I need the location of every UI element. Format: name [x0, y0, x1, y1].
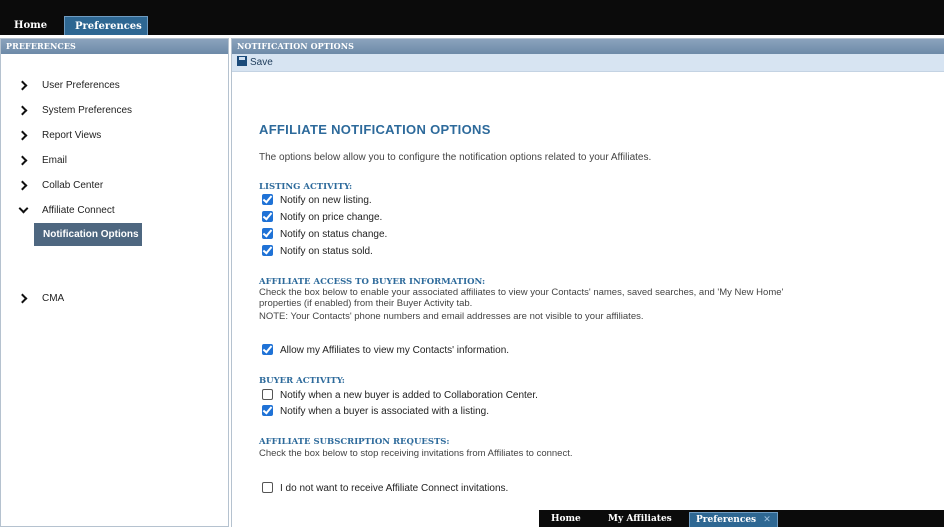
sidebar-item-affiliate-connect[interactable]: Affiliate Connect	[1, 198, 228, 223]
checkbox-label: Notify when a new buyer is added to Coll…	[280, 390, 538, 401]
sidebar-item-cma[interactable]: CMA	[1, 286, 228, 311]
preferences-nav: User Preferences System Preferences Repo…	[1, 73, 228, 311]
notification-options-header: NOTIFICATION OPTIONS	[232, 39, 944, 54]
preferences-panel-header: PREFERENCES	[1, 39, 228, 54]
checkbox-checked[interactable]	[262, 344, 273, 355]
checkbox-row-buyer-associated[interactable]: Notify when a buyer is associated with a…	[262, 405, 489, 419]
chevron-right-icon	[17, 148, 29, 173]
checkbox-checked[interactable]	[262, 194, 273, 205]
checkbox-label: I do not want to receive Affiliate Conne…	[280, 483, 509, 494]
checkbox-label: Notify on status change.	[280, 229, 388, 240]
tab-preferences[interactable]: Preferences ✕	[64, 16, 148, 51]
affiliate-access-desc-1: Check the box below to enable your assoc…	[259, 287, 784, 298]
sidebar-item-collab-center[interactable]: Collab Center	[1, 173, 228, 198]
checkbox-unchecked[interactable]	[262, 389, 273, 400]
save-icon	[237, 56, 247, 66]
notification-options-panel: NOTIFICATION OPTIONS Save AFFILIATE NOTI…	[231, 38, 944, 527]
checkbox-label: Notify on status sold.	[280, 246, 373, 257]
affiliate-access-desc-2: properties (if enabled) from their Buyer…	[259, 298, 473, 309]
sidebar-item-system-preferences[interactable]: System Preferences	[1, 98, 228, 123]
subscription-requests-desc: Check the box below to stop receiving in…	[259, 448, 573, 459]
checkbox-row-new-buyer[interactable]: Notify when a new buyer is added to Coll…	[262, 389, 538, 403]
sidebar-item-report-views[interactable]: Report Views	[1, 123, 228, 148]
checkbox-label: Notify when a buyer is associated with a…	[280, 406, 489, 417]
affiliate-access-heading: AFFILIATE ACCESS TO BUYER INFORMATION:	[259, 277, 486, 287]
sidebar-item-label: Report Views	[42, 130, 102, 141]
sidebar-item-email[interactable]: Email	[1, 148, 228, 173]
checkbox-label: Notify on price change.	[280, 212, 383, 223]
checkbox-row-new-listing[interactable]: Notify on new listing.	[262, 194, 372, 208]
sidebar-subitem-notification-options[interactable]: Notification Options	[34, 223, 142, 246]
sidebar-item-label: Affiliate Connect	[42, 205, 115, 216]
save-label: Save	[250, 57, 273, 68]
checkbox-checked[interactable]	[262, 245, 273, 256]
chevron-right-icon	[17, 73, 29, 98]
chevron-right-icon	[17, 286, 29, 311]
page-title: AFFILIATE NOTIFICATION OPTIONS	[259, 122, 491, 137]
checkbox-row-no-invitations[interactable]: I do not want to receive Affiliate Conne…	[262, 482, 508, 496]
checkbox-row-allow-affiliates[interactable]: Allow my Affiliates to view my Contacts'…	[262, 344, 509, 358]
checkbox-checked[interactable]	[262, 228, 273, 239]
chevron-right-icon	[17, 98, 29, 123]
checkbox-label: Notify on new listing.	[280, 195, 372, 206]
bottom-tab-preferences[interactable]: Preferences ✕	[689, 512, 778, 527]
affiliate-access-note: NOTE: Your Contacts' phone numbers and e…	[259, 311, 644, 322]
preferences-panel: PREFERENCES User Preferences System Pref…	[0, 38, 229, 527]
toolbar: Save	[232, 54, 944, 72]
buyer-activity-heading: BUYER ACTIVITY:	[259, 376, 345, 386]
checkbox-row-status-sold[interactable]: Notify on status sold.	[262, 245, 373, 259]
checkbox-row-price-change[interactable]: Notify on price change.	[262, 211, 382, 225]
save-button[interactable]: Save	[237, 56, 273, 68]
sidebar-item-label: Email	[42, 155, 68, 166]
chevron-down-icon	[17, 198, 29, 223]
checkbox-checked[interactable]	[262, 211, 273, 222]
top-tab-bar: Home Preferences ✕	[0, 0, 944, 51]
checkbox-label: Allow my Affiliates to view my Contacts'…	[280, 345, 510, 356]
tab-preferences-label: Preferences	[75, 21, 142, 32]
bottom-tab-bar: Home My Affiliates Preferences ✕	[539, 510, 944, 527]
sidebar-item-label: User Preferences	[42, 80, 120, 91]
subscription-requests-heading: AFFILIATE SUBSCRIPTION REQUESTS:	[259, 437, 450, 447]
bottom-tab-preferences-label: Preferences	[696, 515, 757, 525]
sidebar-item-label: Collab Center	[42, 180, 104, 191]
chevron-right-icon	[17, 173, 29, 198]
intro-text: The options below allow you to configure…	[259, 152, 652, 163]
listing-activity-heading: LISTING ACTIVITY:	[259, 182, 353, 192]
checkbox-checked[interactable]	[262, 405, 273, 416]
chevron-right-icon	[17, 123, 29, 148]
bottom-tab-home[interactable]: Home	[545, 512, 587, 527]
checkbox-row-status-change[interactable]: Notify on status change.	[262, 228, 387, 242]
close-icon[interactable]: ✕	[763, 515, 771, 525]
sidebar-item-label: System Preferences	[42, 105, 133, 116]
bottom-tab-my-affiliates[interactable]: My Affiliates	[602, 512, 678, 527]
sidebar-item-label: CMA	[42, 293, 65, 304]
sidebar-item-user-preferences[interactable]: User Preferences	[1, 73, 228, 98]
checkbox-unchecked[interactable]	[262, 482, 273, 493]
tab-home[interactable]: Home	[4, 16, 57, 35]
